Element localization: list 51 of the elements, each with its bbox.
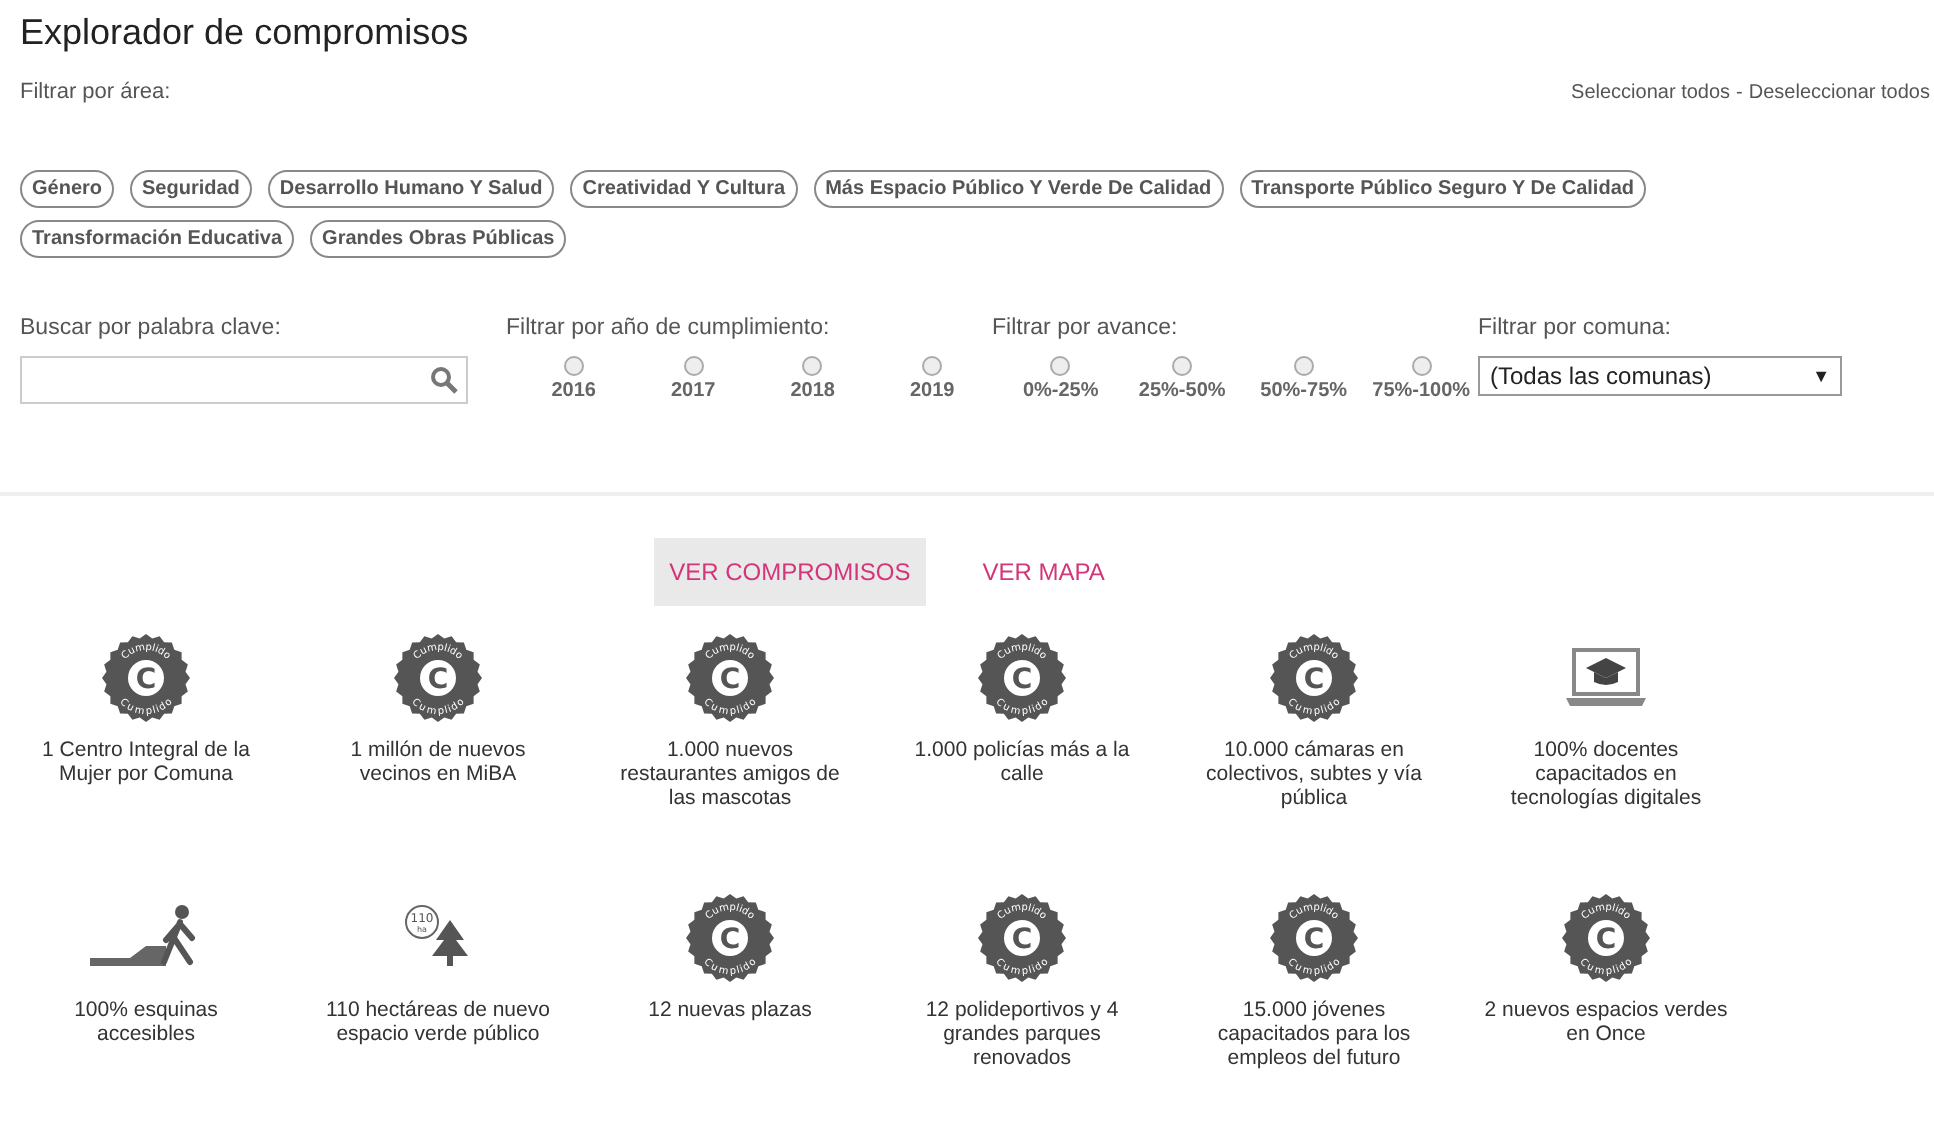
- laptop-icon: [1562, 646, 1650, 710]
- radio-label: 2016: [551, 380, 596, 402]
- page-title: Explorador de compromisos: [20, 12, 471, 54]
- view-tab[interactable]: VER COMPROMISOS: [653, 538, 927, 606]
- radio-button[interactable]: [1411, 356, 1432, 376]
- radio-button[interactable]: [1172, 356, 1193, 376]
- view-tab[interactable]: VER MAPA: [966, 538, 1121, 606]
- deselect-all-link[interactable]: Deseleccionar todos: [1748, 81, 1930, 103]
- commitment-text: 12 nuevas plazas: [646, 998, 814, 1023]
- search-label: Buscar por palabra clave:: [20, 316, 283, 340]
- radio-label: 2018: [790, 380, 835, 402]
- area-tag[interactable]: Creatividad Y Cultura: [570, 170, 798, 208]
- radio-button[interactable]: [922, 356, 943, 376]
- commitment-text: 100% esquinas accesibles: [72, 998, 220, 1047]
- radio-label: 2019: [910, 380, 955, 402]
- commitment-text: 100% docentes capacitados en tecnologías digitales: [1508, 738, 1704, 811]
- area-tag[interactable]: Género: [20, 170, 115, 208]
- radio-label: 50%-75%: [1260, 380, 1348, 402]
- commitment-text: 1.000 nuevos restaurantes amigos de las mascotas: [618, 738, 842, 811]
- commune-dropdown[interactable]: (Todas las comunas) ▼: [1478, 356, 1842, 396]
- radio-label: 25%-50%: [1138, 380, 1226, 402]
- area-filter-label: Filtrar por área:: [20, 80, 171, 104]
- radio-label: 2017: [671, 380, 716, 402]
- commitment-text: 2 nuevos espacios verdes en Once: [1484, 998, 1728, 1047]
- commitment-text: 10.000 cámaras en colectivos, subtes y vía pública: [1204, 738, 1424, 811]
- filter-label: Filtrar por comuna:: [1478, 316, 1674, 340]
- commitment-text: 1 millón de nuevos vecinos en MiBA: [348, 738, 528, 787]
- radio-button[interactable]: [563, 356, 584, 376]
- filter-label: Filtrar por año de cumplimiento:: [506, 316, 832, 340]
- area-tag[interactable]: Transporte Público Seguro Y De Calidad: [1239, 170, 1646, 208]
- commitment-text: 15.000 jóvenes capacitados para los empleos del futuro: [1215, 998, 1413, 1071]
- radio-button[interactable]: [1293, 356, 1314, 376]
- commitment-text: 1.000 policías más a la calle: [912, 738, 1132, 787]
- area-tag[interactable]: Seguridad: [130, 170, 252, 208]
- area-tag[interactable]: Grandes Obras Públicas: [310, 220, 567, 258]
- radio-label: 0%-25%: [1022, 380, 1099, 402]
- commitment-text: 110 hectáreas de nuevo espacio verde público: [324, 998, 552, 1047]
- radio-label: 75%-100%: [1372, 380, 1471, 402]
- area-tag[interactable]: Más Espacio Público Y Verde De Calidad: [813, 170, 1224, 208]
- area-tag[interactable]: Transformación Educativa: [20, 220, 295, 258]
- radio-button[interactable]: [1050, 356, 1071, 376]
- search-icon: [430, 366, 458, 394]
- filter-label: Filtrar por avance:: [992, 316, 1180, 340]
- separator: -: [1736, 81, 1743, 103]
- area-tag[interactable]: Desarrollo Humano Y Salud: [267, 170, 555, 208]
- commitment-text: 12 polideportivos y 4 grandes parques renovados: [923, 998, 1121, 1071]
- select-all-link[interactable]: Seleccionar todos: [1571, 81, 1731, 103]
- commitment-text: 1 Centro Integral de la Mujer por Comuna: [40, 738, 252, 787]
- radio-button[interactable]: [802, 356, 823, 376]
- search-field[interactable]: [20, 356, 468, 404]
- radio-button[interactable]: [683, 356, 704, 376]
